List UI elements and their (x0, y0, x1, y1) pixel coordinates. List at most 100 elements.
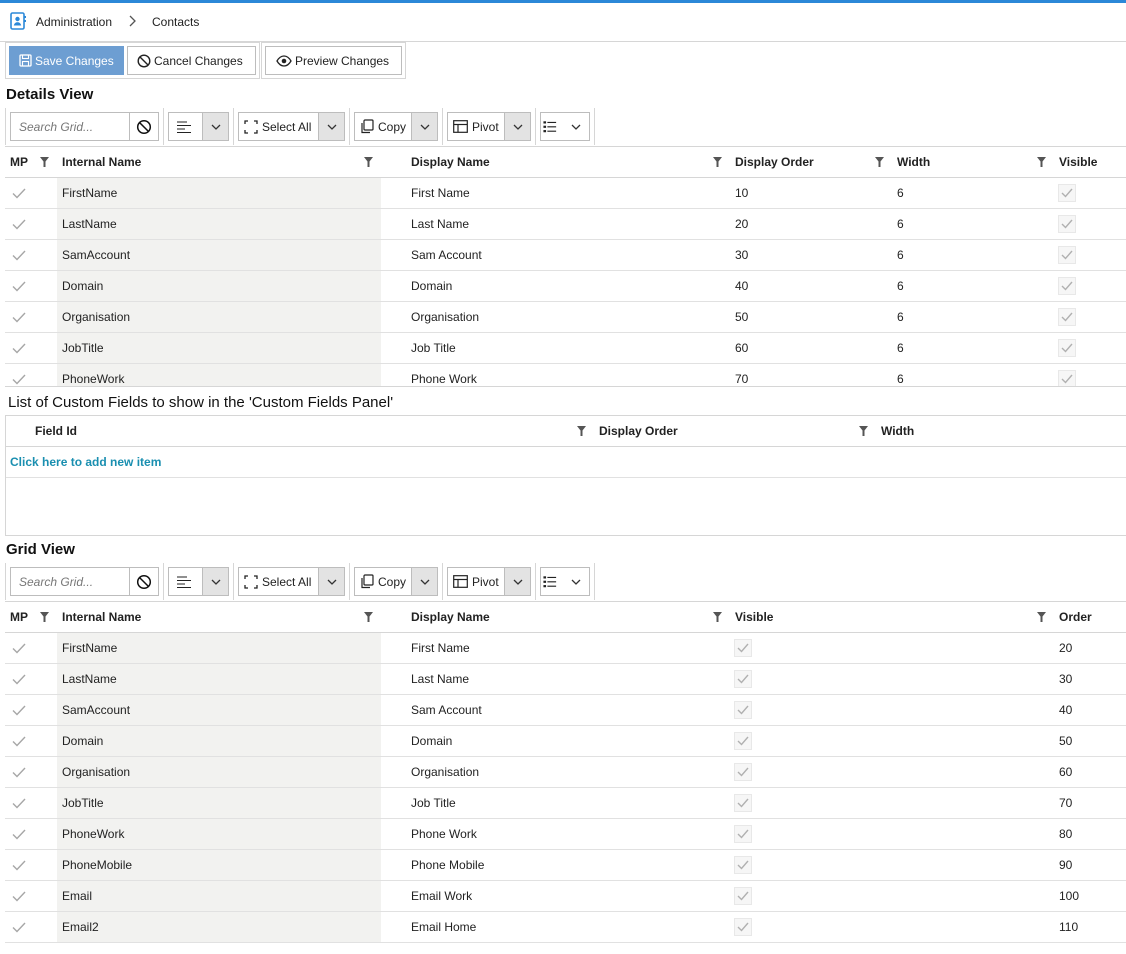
filter-icon[interactable] (713, 612, 722, 622)
columns-button[interactable] (540, 567, 590, 596)
display-name-cell[interactable]: Domain (381, 271, 730, 301)
display-order-cell[interactable]: 70 (730, 364, 892, 386)
display-order-cell[interactable]: 20 (730, 209, 892, 239)
mp-cell[interactable] (5, 302, 57, 332)
select-all-main[interactable]: Select All (239, 568, 318, 595)
display-name-cell[interactable]: Phone Work (381, 364, 730, 386)
column-header-field-id[interactable]: Field Id (6, 416, 594, 446)
column-header-mp[interactable]: MP (5, 147, 57, 177)
table-row[interactable]: FirstName First Name 20 (5, 633, 1126, 664)
align-button[interactable] (168, 112, 229, 141)
width-cell[interactable]: 6 (892, 178, 1054, 208)
pivot-main[interactable]: Pivot (448, 568, 504, 595)
mp-cell[interactable] (5, 664, 57, 694)
visible-checkbox[interactable] (734, 763, 752, 781)
visible-checkbox[interactable] (1058, 215, 1076, 233)
display-name-cell[interactable]: Organisation (381, 302, 730, 332)
order-cell[interactable]: 50 (1054, 726, 1126, 756)
display-name-cell[interactable]: Phone Work (381, 819, 730, 849)
display-name-cell[interactable]: Email Work (381, 881, 730, 911)
column-header-order[interactable]: Order (1054, 602, 1126, 632)
pivot-button[interactable]: Pivot (447, 567, 531, 596)
columns-main[interactable] (541, 568, 563, 595)
display-order-cell[interactable]: 30 (730, 240, 892, 270)
visible-cell[interactable] (730, 881, 1054, 911)
column-header-width[interactable]: Width (892, 147, 1054, 177)
column-header-visible[interactable]: Visible (730, 602, 1054, 632)
align-main[interactable] (169, 568, 202, 595)
display-order-cell[interactable]: 60 (730, 333, 892, 363)
display-order-cell[interactable]: 40 (730, 271, 892, 301)
cancel-changes-button[interactable]: Cancel Changes (127, 46, 256, 75)
order-cell[interactable]: 20 (1054, 633, 1126, 663)
filter-icon[interactable] (1037, 157, 1046, 167)
table-row[interactable]: JobTitle Job Title 60 6 (5, 333, 1126, 364)
display-name-cell[interactable]: Last Name (381, 664, 730, 694)
table-row[interactable]: PhoneWork Phone Work 70 6 (5, 364, 1126, 386)
breadcrumb-contacts[interactable]: Contacts (152, 15, 199, 29)
visible-checkbox[interactable] (734, 794, 752, 812)
display-name-cell[interactable]: First Name (381, 633, 730, 663)
display-name-cell[interactable]: Email Home (381, 912, 730, 942)
column-header-internal-name[interactable]: Internal Name (57, 147, 381, 177)
display-order-cell[interactable]: 50 (730, 302, 892, 332)
pivot-dropdown[interactable] (504, 113, 530, 140)
visible-checkbox[interactable] (734, 639, 752, 657)
filter-icon[interactable] (713, 157, 722, 167)
visible-cell[interactable] (730, 695, 1054, 725)
visible-cell[interactable] (730, 664, 1054, 694)
order-cell[interactable]: 90 (1054, 850, 1126, 880)
select-all-button[interactable]: Select All (238, 112, 345, 141)
pivot-button[interactable]: Pivot (447, 112, 531, 141)
pivot-main[interactable]: Pivot (448, 113, 504, 140)
mp-cell[interactable] (5, 912, 57, 942)
column-header-display-order[interactable]: Display Order (594, 416, 876, 446)
display-name-cell[interactable]: First Name (381, 178, 730, 208)
align-dropdown[interactable] (202, 113, 228, 140)
order-cell[interactable]: 100 (1054, 881, 1126, 911)
width-cell[interactable]: 6 (892, 333, 1054, 363)
table-row[interactable]: PhoneMobile Phone Mobile 90 (5, 850, 1126, 881)
visible-checkbox[interactable] (1058, 277, 1076, 295)
align-dropdown[interactable] (202, 568, 228, 595)
table-row[interactable]: Organisation Organisation 50 6 (5, 302, 1126, 333)
visible-cell[interactable] (1054, 209, 1126, 239)
mp-cell[interactable] (5, 333, 57, 363)
select-all-button[interactable]: Select All (238, 567, 345, 596)
mp-cell[interactable] (5, 633, 57, 663)
copy-main[interactable]: Copy (355, 113, 411, 140)
mp-cell[interactable] (5, 819, 57, 849)
visible-cell[interactable] (730, 788, 1054, 818)
display-name-cell[interactable]: Job Title (381, 333, 730, 363)
filter-icon[interactable] (364, 157, 373, 167)
visible-checkbox[interactable] (1058, 339, 1076, 357)
mp-cell[interactable] (5, 240, 57, 270)
columns-dropdown[interactable] (563, 113, 589, 140)
visible-cell[interactable] (730, 850, 1054, 880)
display-name-cell[interactable]: Domain (381, 726, 730, 756)
table-row[interactable]: JobTitle Job Title 70 (5, 788, 1126, 819)
filter-icon[interactable] (1037, 612, 1046, 622)
order-cell[interactable]: 30 (1054, 664, 1126, 694)
column-header-display-order[interactable]: Display Order (730, 147, 892, 177)
copy-dropdown[interactable] (411, 568, 437, 595)
mp-cell[interactable] (5, 788, 57, 818)
filter-icon[interactable] (40, 157, 49, 167)
order-cell[interactable]: 60 (1054, 757, 1126, 787)
table-row[interactable]: PhoneWork Phone Work 80 (5, 819, 1126, 850)
visible-cell[interactable] (730, 912, 1054, 942)
visible-cell[interactable] (730, 819, 1054, 849)
filter-icon[interactable] (364, 612, 373, 622)
visible-checkbox[interactable] (1058, 370, 1076, 386)
display-name-cell[interactable]: Phone Mobile (381, 850, 730, 880)
width-cell[interactable]: 6 (892, 302, 1054, 332)
column-header-mp[interactable]: MP (5, 602, 57, 632)
copy-button[interactable]: Copy (354, 567, 438, 596)
order-cell[interactable]: 80 (1054, 819, 1126, 849)
filter-icon[interactable] (859, 426, 868, 436)
copy-main[interactable]: Copy (355, 568, 411, 595)
display-name-cell[interactable]: Last Name (381, 209, 730, 239)
visible-cell[interactable] (1054, 178, 1126, 208)
visible-checkbox[interactable] (734, 701, 752, 719)
width-cell[interactable]: 6 (892, 240, 1054, 270)
